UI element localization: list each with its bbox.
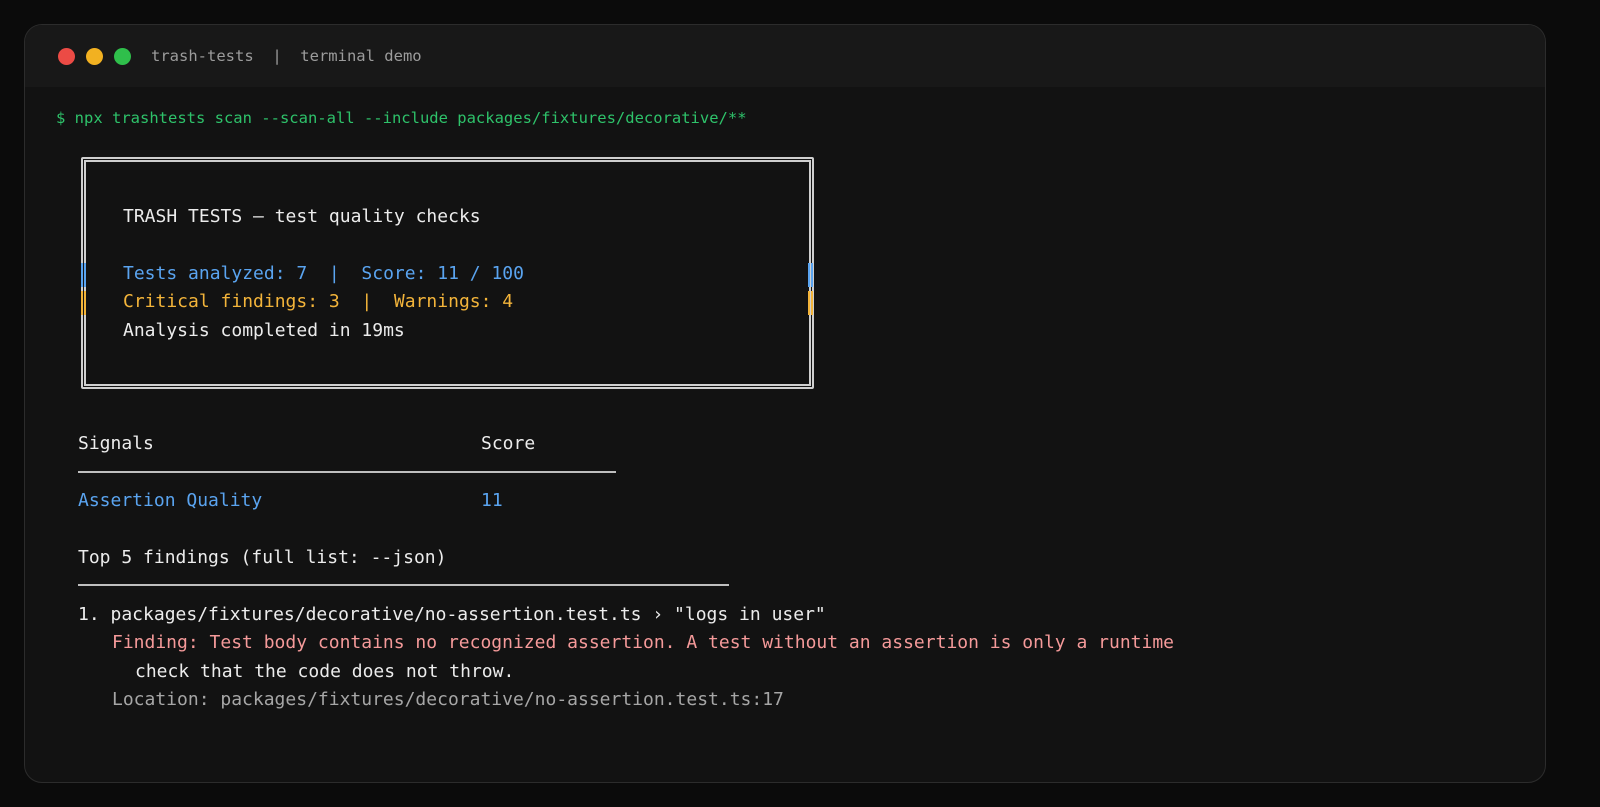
summary-heading: TRASH TESTS — test quality checks	[123, 206, 481, 227]
signal-row-name: Assertion Quality	[78, 490, 263, 511]
signals-header-name: Signals	[78, 433, 154, 454]
signals-header-score: Score	[481, 433, 536, 454]
signals-divider	[78, 471, 616, 473]
stats-line-right-marker-inner	[811, 263, 813, 287]
command-line: $ npx trashtests scan --scan-all --inclu…	[56, 109, 747, 127]
signal-row-score: 11	[481, 490, 503, 511]
findings-line-left-marker-inner	[84, 291, 86, 315]
maximize-window-button[interactable]	[114, 47, 131, 65]
stats-line-left-marker-inner	[84, 263, 86, 287]
terminal-window: trash-tests | terminal demo $ npx trasht…	[24, 24, 1546, 783]
findings-line-right-marker-inner	[811, 291, 813, 315]
summary-findings-line: Critical findings: 3 | Warnings: 4	[123, 291, 514, 312]
close-window-button[interactable]	[58, 47, 75, 65]
findings-divider	[78, 584, 729, 586]
findings-line-left-marker	[81, 291, 83, 315]
minimize-window-button[interactable]	[86, 47, 103, 65]
stats-line-left-marker	[81, 263, 83, 287]
finding-location: Location: packages/fixtures/decorative/n…	[112, 689, 784, 710]
finding-description: Finding: Test body contains no recognize…	[112, 632, 1175, 653]
findings-header: Top 5 findings (full list: --json)	[78, 547, 447, 568]
findings-line-right-marker	[808, 291, 810, 315]
window-title: trash-tests | terminal demo	[151, 47, 422, 65]
stats-line-right-marker	[808, 263, 810, 287]
summary-timing-line: Analysis completed in 19ms	[123, 320, 405, 341]
finding-title: 1. packages/fixtures/decorative/no-asser…	[78, 604, 826, 625]
finding-description-continued: check that the code does not throw.	[135, 661, 515, 682]
title-bar: trash-tests | terminal demo	[25, 25, 1545, 87]
summary-stats-line: Tests analyzed: 7 | Score: 11 / 100	[123, 263, 524, 284]
